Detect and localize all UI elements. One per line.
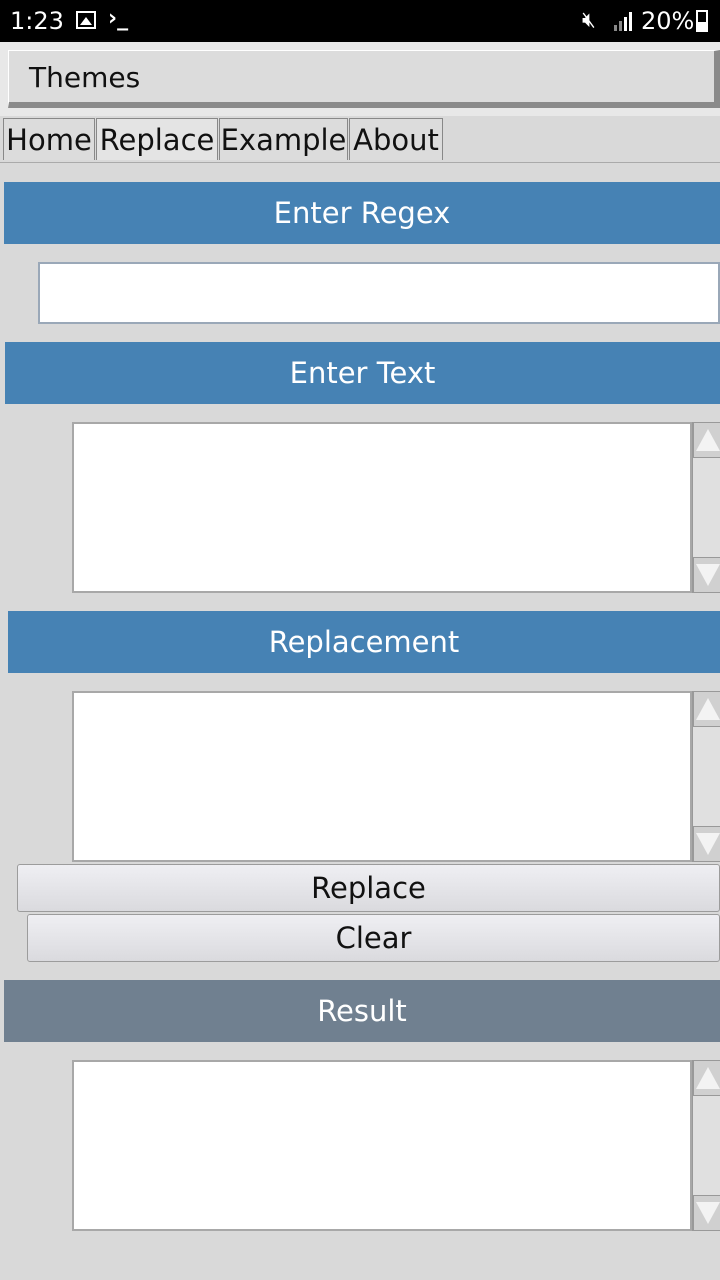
tab-about[interactable]: About xyxy=(349,118,443,160)
text-header: Enter Text xyxy=(5,342,720,404)
regex-header: Enter Regex xyxy=(4,182,720,244)
scroll-up-icon[interactable] xyxy=(693,691,720,727)
scroll-up-icon[interactable] xyxy=(693,422,720,458)
mute-icon: 🔇︎ xyxy=(582,8,596,33)
title-bar: Themes xyxy=(0,42,720,116)
replacement-scrollbar[interactable] xyxy=(692,691,720,862)
tab-home[interactable]: Home xyxy=(3,118,95,160)
scroll-down-icon[interactable] xyxy=(693,1195,720,1231)
terminal-icon: ›_ xyxy=(108,6,129,31)
status-time: 1:23 xyxy=(10,7,64,35)
battery-percent: 20% xyxy=(641,7,695,35)
replacement-input[interactable] xyxy=(72,691,692,862)
text-input[interactable] xyxy=(72,422,692,593)
scroll-down-icon[interactable] xyxy=(693,557,720,593)
tab-bar: Home Replace Example About xyxy=(0,116,720,163)
title-label: Themes xyxy=(29,61,141,94)
regex-input[interactable] xyxy=(38,262,720,324)
status-bar: 1:23 ›_ 🔇︎ 20% xyxy=(0,0,720,42)
text-scrollbar[interactable] xyxy=(692,422,720,593)
tab-example[interactable]: Example xyxy=(219,118,348,160)
battery-icon xyxy=(696,10,708,32)
replacement-header: Replacement xyxy=(8,611,720,673)
signal-icon xyxy=(614,12,632,31)
scroll-up-icon[interactable] xyxy=(693,1060,720,1096)
scroll-down-icon[interactable] xyxy=(693,826,720,862)
replace-button[interactable]: Replace xyxy=(17,864,720,912)
image-icon xyxy=(76,11,96,29)
result-header: Result xyxy=(4,980,720,1042)
result-scrollbar[interactable] xyxy=(692,1060,720,1231)
themes-button[interactable]: Themes xyxy=(8,50,720,108)
tab-replace[interactable]: Replace xyxy=(96,118,218,160)
result-output xyxy=(72,1060,692,1231)
clear-button[interactable]: Clear xyxy=(27,914,720,962)
